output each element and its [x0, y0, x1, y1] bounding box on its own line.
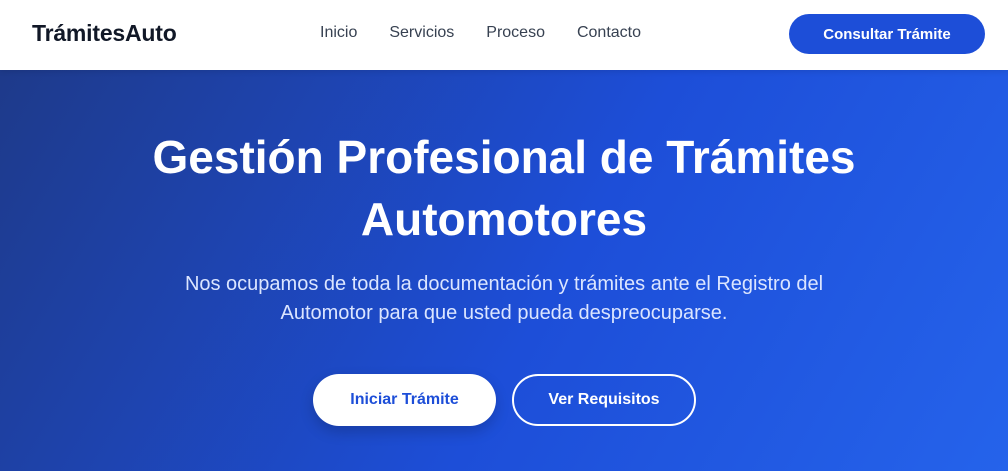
nav-link-inicio[interactable]: Inicio	[320, 24, 357, 42]
top-navbar: TrámitesAuto Inicio Servicios Proceso Co…	[0, 0, 1008, 70]
hero-subtitle: Nos ocupamos de toda la documentación y …	[184, 273, 824, 324]
nav-link-contacto[interactable]: Contacto	[577, 24, 641, 42]
brand-logo[interactable]: TrámitesAuto	[32, 20, 177, 47]
ver-requisitos-button[interactable]: Ver Requisitos	[512, 374, 696, 426]
consultar-tramite-button[interactable]: Consultar Trámite	[789, 14, 985, 54]
iniciar-tramite-button[interactable]: Iniciar Trámite	[313, 374, 496, 426]
hero-section: Gestión Profesional de Trámites Automoto…	[0, 70, 1008, 471]
hero-title: Gestión Profesional de Trámites Automoto…	[152, 131, 856, 245]
nav-link-proceso[interactable]: Proceso	[486, 24, 545, 42]
main-nav: Inicio Servicios Proceso Contacto	[320, 24, 641, 42]
nav-link-servicios[interactable]: Servicios	[389, 24, 454, 42]
